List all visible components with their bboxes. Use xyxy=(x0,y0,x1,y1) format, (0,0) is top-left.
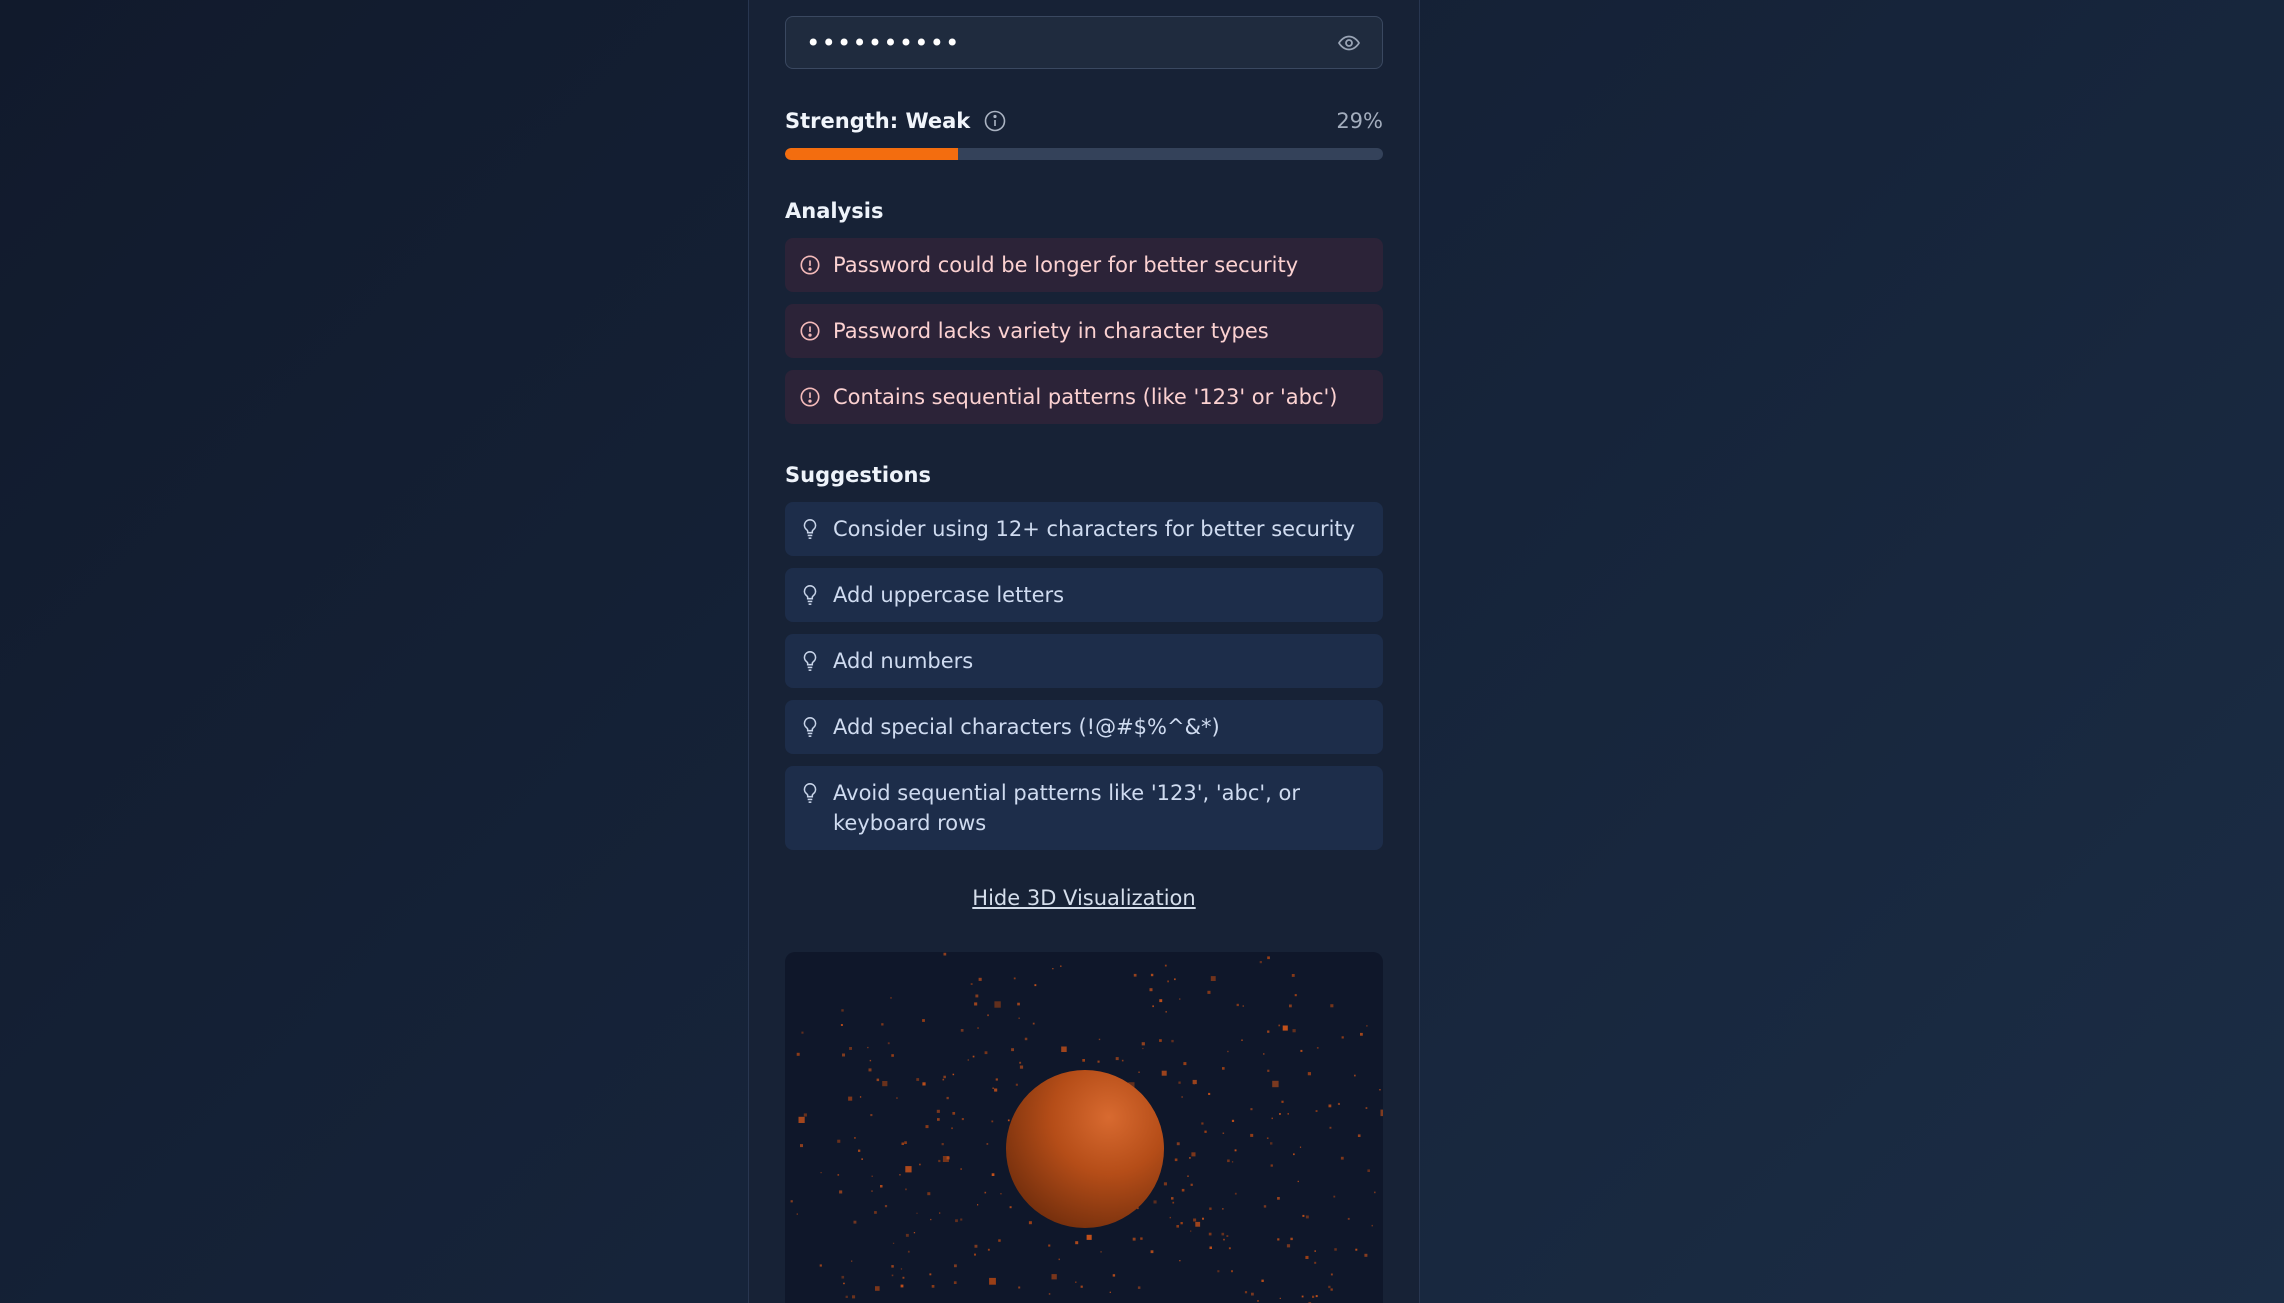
suggestion-item: Add numbers xyxy=(785,634,1383,688)
password-value[interactable]: •••••••••• xyxy=(806,31,1336,55)
eye-icon[interactable] xyxy=(1336,30,1362,56)
suggestion-item: Add uppercase letters xyxy=(785,568,1383,622)
alert-icon xyxy=(799,250,821,280)
strength-bar xyxy=(785,148,1383,160)
suggestions-title: Suggestions xyxy=(785,463,931,487)
strength-row: Strength: Weak 29% xyxy=(785,104,1383,138)
suggestion-text: Add special characters (!@#$%^&*) xyxy=(833,715,1220,739)
suggestions-section: Suggestions Consider using 12+ character… xyxy=(785,460,1383,850)
suggestion-text: Add numbers xyxy=(833,649,974,673)
suggestion-item: Avoid sequential patterns like '123', 'a… xyxy=(785,766,1383,850)
strength-percent: 29% xyxy=(1336,109,1383,133)
strength-sphere xyxy=(1006,1070,1164,1228)
suggestion-text: Add uppercase letters xyxy=(833,583,1065,607)
alert-icon xyxy=(799,382,821,412)
suggestion-item: Consider using 12+ characters for better… xyxy=(785,502,1383,556)
strength-bar-fill xyxy=(785,148,959,160)
password-checker-panel: •••••••••• Strength: Weak 29% Analysis P… xyxy=(748,0,1420,1303)
lightbulb-icon xyxy=(799,778,821,808)
analysis-item: Password could be longer for better secu… xyxy=(785,238,1383,292)
lightbulb-icon xyxy=(799,514,821,544)
lightbulb-icon xyxy=(799,580,821,610)
particle-field xyxy=(790,952,1383,1303)
suggestion-text: Avoid sequential patterns like '123', 'a… xyxy=(833,781,1300,835)
analysis-text: Contains sequential patterns (like '123'… xyxy=(833,385,1338,409)
analysis-text: Password could be longer for better secu… xyxy=(833,253,1299,277)
analysis-item: Contains sequential patterns (like '123'… xyxy=(785,370,1383,424)
analysis-text: Password lacks variety in character type… xyxy=(833,319,1269,343)
analysis-section: Analysis Password could be longer for be… xyxy=(785,196,1383,424)
3d-visualization-canvas[interactable] xyxy=(785,952,1383,1303)
suggestion-text: Consider using 12+ characters for better… xyxy=(833,517,1356,541)
analysis-title: Analysis xyxy=(785,199,884,223)
info-icon[interactable] xyxy=(982,108,1008,134)
hide-3d-visualization-link[interactable]: Hide 3D Visualization xyxy=(785,886,1383,916)
password-input[interactable]: •••••••••• xyxy=(785,16,1383,69)
strength-label: Strength: Weak xyxy=(785,109,971,133)
lightbulb-icon xyxy=(799,712,821,742)
suggestion-item: Add special characters (!@#$%^&*) xyxy=(785,700,1383,754)
alert-icon xyxy=(799,316,821,346)
analysis-item: Password lacks variety in character type… xyxy=(785,304,1383,358)
lightbulb-icon xyxy=(799,646,821,676)
